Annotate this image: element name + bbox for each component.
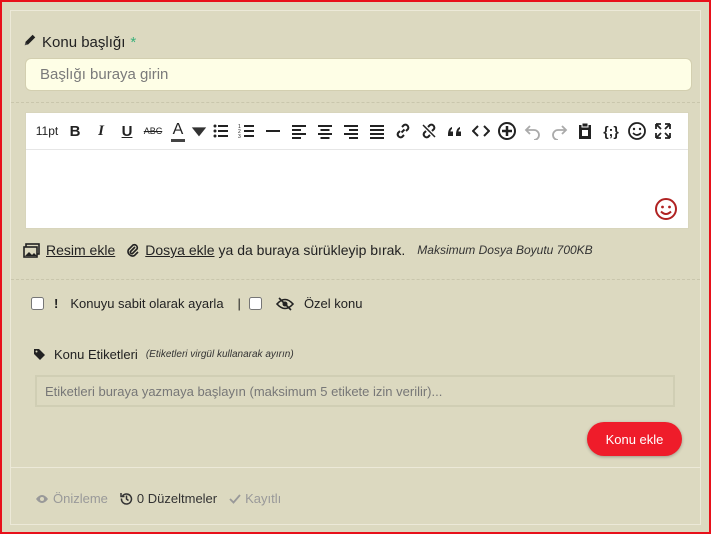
horizontal-rule-icon[interactable]	[260, 117, 286, 145]
editor-toolbar: 11pt B I U ABC A 123 {;}	[26, 113, 688, 150]
align-right-icon[interactable]	[338, 117, 364, 145]
fullscreen-icon[interactable]	[650, 117, 676, 145]
topic-options: ! Konuyu sabit olarak ayarla | Özel konu	[31, 296, 362, 311]
quote-icon[interactable]	[442, 117, 468, 145]
font-color-button[interactable]: A	[166, 117, 190, 145]
title-input[interactable]	[25, 58, 692, 91]
undo-icon[interactable]	[520, 117, 546, 145]
eye-icon	[36, 494, 48, 503]
rich-text-editor[interactable]: 11pt B I U ABC A 123 {;}	[25, 112, 689, 229]
max-file-size-text: Maksimum Dosya Boyutu 700KB	[417, 243, 593, 257]
bullet-list-icon[interactable]	[208, 117, 234, 145]
revisions-button[interactable]: 0 Düzeltmeler	[120, 491, 217, 506]
revisions-label: 0 Düzeltmeler	[136, 491, 218, 506]
exclamation-icon: !	[54, 296, 59, 311]
italic-button[interactable]: I	[88, 117, 114, 145]
divider	[11, 279, 700, 280]
emoji-icon[interactable]	[624, 117, 650, 145]
editor-footer: Önizleme 0 Düzeltmeler Kayıtlı	[35, 491, 281, 506]
tags-label: Konu Etiketleri (Etiketleri virgül kulla…	[33, 347, 294, 362]
divider	[11, 467, 700, 468]
pencil-icon	[23, 33, 37, 51]
preview-label: Önizleme	[53, 491, 108, 506]
required-mark: *	[130, 33, 137, 51]
history-icon	[120, 493, 133, 505]
align-center-icon[interactable]	[312, 117, 338, 145]
check-icon	[229, 493, 241, 504]
add-topic-button[interactable]: Konu ekle	[587, 422, 682, 456]
tags-input[interactable]	[35, 375, 675, 407]
insert-plus-icon[interactable]	[494, 117, 520, 145]
add-image-link[interactable]: Resim ekle	[46, 242, 115, 258]
drag-drop-text: ya da buraya sürükleyip bırak.	[218, 242, 406, 258]
underline-button[interactable]: U	[114, 117, 140, 145]
private-label: Özel konu	[303, 296, 363, 311]
redo-icon[interactable]	[546, 117, 572, 145]
divider	[11, 102, 700, 103]
smile-icon[interactable]	[654, 197, 678, 226]
title-label: Konu başlığı *	[23, 33, 136, 51]
option-separator: |	[237, 296, 241, 311]
new-topic-panel: Konu başlığı * 11pt B I U ABC A 123	[10, 10, 701, 525]
title-label-text: Konu başlığı	[42, 33, 126, 51]
attachment-row: Resim ekle Dosya ekle ya da buraya sürük…	[23, 242, 593, 258]
image-icon	[23, 242, 40, 258]
code-icon[interactable]	[468, 117, 494, 145]
sticky-label: Konuyu sabit olarak ayarla	[70, 296, 224, 311]
saved-label: Kayıtlı	[245, 491, 282, 506]
private-checkbox[interactable]	[248, 297, 262, 310]
link-icon[interactable]	[390, 117, 416, 145]
saved-status: Kayıtlı	[229, 491, 281, 506]
tags-hint: (Etiketleri virgül kullanarak ayırın)	[145, 349, 294, 360]
align-justify-icon[interactable]	[364, 117, 390, 145]
add-file-link[interactable]: Dosya ekle	[145, 242, 214, 258]
preview-button[interactable]: Önizleme	[35, 491, 108, 506]
eye-slash-icon	[275, 296, 294, 311]
font-size-button[interactable]: 11pt	[32, 117, 62, 145]
font-color-label: A	[170, 121, 186, 142]
svg-text:3: 3	[238, 134, 241, 140]
paperclip-icon	[127, 243, 139, 257]
paste-icon[interactable]	[572, 117, 598, 145]
sticky-checkbox[interactable]	[31, 297, 44, 310]
numbered-list-icon[interactable]: 123	[234, 117, 260, 145]
tag-icon	[33, 348, 46, 361]
strikethrough-button[interactable]: ABC	[140, 117, 166, 145]
align-left-icon[interactable]	[286, 117, 312, 145]
editor-content-area[interactable]	[26, 150, 688, 230]
variables-icon[interactable]: {;}	[598, 117, 624, 145]
tags-label-text: Konu Etiketleri	[54, 347, 138, 362]
chevron-down-icon[interactable]	[190, 117, 208, 145]
bold-button[interactable]: B	[62, 117, 88, 145]
unlink-icon[interactable]	[416, 117, 442, 145]
